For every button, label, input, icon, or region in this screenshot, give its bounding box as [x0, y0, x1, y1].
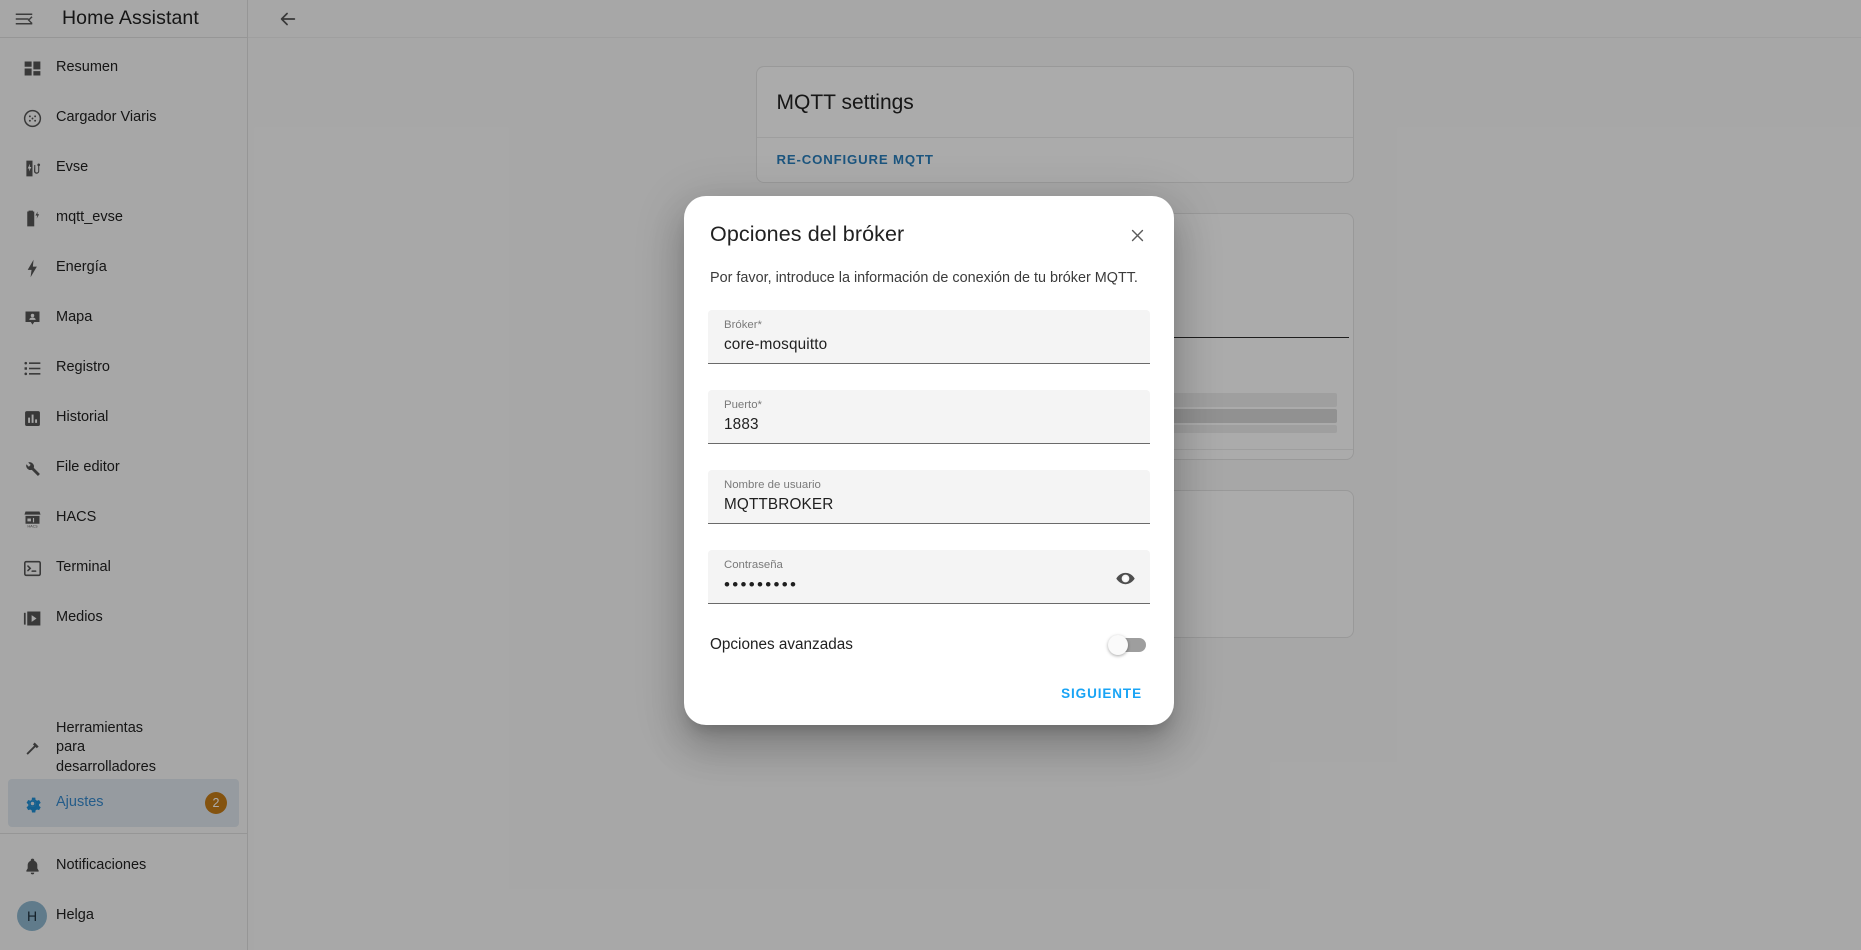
dialog-description: Por favor, introduce la información de c…	[710, 270, 1138, 286]
field-value: •••••••••	[724, 575, 799, 595]
password-field[interactable]: Contraseña •••••••••	[708, 550, 1150, 605]
dialog-title: Opciones del bróker	[710, 222, 905, 246]
field-label: Nombre de usuario	[724, 479, 821, 492]
dialog-actions: SIGUIENTE	[708, 678, 1150, 715]
app-root: Home Assistant Resumen Cargador Viaris E…	[0, 0, 1861, 950]
advanced-options-label: Opciones avanzadas	[710, 636, 853, 654]
field-value: core-mosquitto	[724, 336, 828, 354]
field-label: Bróker*	[724, 319, 762, 332]
advanced-options-row: Opciones avanzadas	[708, 635, 1150, 656]
field-label: Contraseña	[724, 559, 783, 572]
field-label: Puerto*	[724, 399, 762, 412]
next-button[interactable]: SIGUIENTE	[1053, 678, 1150, 709]
eye-icon[interactable]	[1110, 563, 1140, 593]
port-field[interactable]: Puerto* 1883	[708, 390, 1150, 445]
broker-field[interactable]: Bróker* core-mosquitto	[708, 310, 1150, 365]
advanced-options-toggle[interactable]	[1108, 635, 1146, 656]
toggle-knob	[1108, 635, 1128, 656]
dialog-header: Opciones del bróker	[708, 222, 1150, 250]
field-value: 1883	[724, 416, 759, 434]
username-field[interactable]: Nombre de usuario MQTTBROKER	[708, 470, 1150, 525]
field-value: MQTTBROKER	[724, 496, 834, 514]
close-icon[interactable]	[1122, 220, 1152, 250]
broker-form: Bróker* core-mosquitto Puerto* 1883 Nomb…	[708, 310, 1150, 605]
broker-options-dialog: Opciones del bróker Por favor, introduce…	[684, 196, 1174, 726]
